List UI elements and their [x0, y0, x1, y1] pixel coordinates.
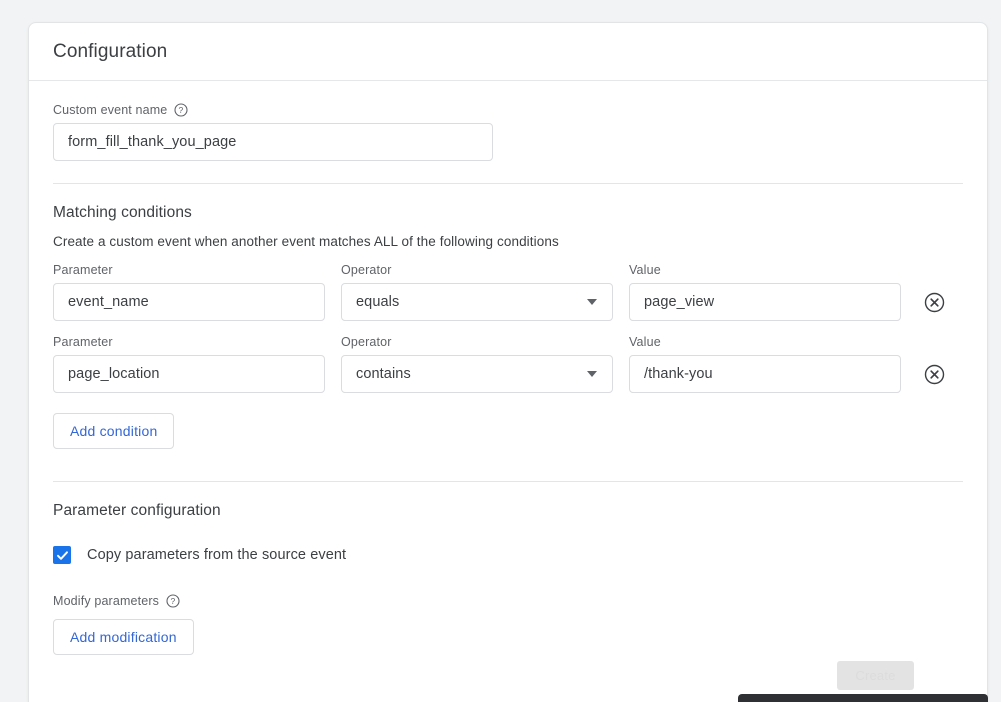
- app-root: Configuration Custom event name ? form_f…: [0, 0, 1001, 702]
- add-modification-button[interactable]: Add modification: [53, 619, 194, 655]
- add-modification-wrap: Add modification: [53, 619, 963, 655]
- condition-value-group: Value /thank-you: [629, 335, 901, 393]
- copy-parameters-row: Copy parameters from the source event: [53, 546, 963, 564]
- condition-value-group: Value page_view: [629, 263, 901, 321]
- checkmark-icon: [56, 549, 69, 562]
- condition-value-input[interactable]: /thank-you: [629, 355, 901, 393]
- condition-parameter-group: Parameter page_location: [53, 335, 325, 393]
- parameter-label: Parameter: [53, 263, 325, 277]
- condition-row: Parameter page_location Operator contain…: [53, 335, 963, 393]
- chevron-down-icon: [587, 299, 597, 305]
- value-label: Value: [629, 335, 901, 349]
- svg-text:?: ?: [171, 596, 176, 606]
- parameter-configuration-title: Parameter configuration: [53, 502, 963, 520]
- operator-label: Operator: [341, 263, 613, 277]
- help-circle-icon[interactable]: ?: [174, 103, 188, 117]
- value-label: Value: [629, 263, 901, 277]
- condition-operator-group: Operator contains: [341, 335, 613, 393]
- operator-label: Operator: [341, 335, 613, 349]
- card-body: Custom event name ? form_fill_thank_you_…: [29, 81, 987, 655]
- custom-event-name-block: Custom event name ? form_fill_thank_you_…: [53, 81, 963, 161]
- condition-value-input[interactable]: page_view: [629, 283, 901, 321]
- condition-parameter-input[interactable]: event_name: [53, 283, 325, 321]
- condition-parameter-group: Parameter event_name: [53, 263, 325, 321]
- remove-circle-x-icon[interactable]: [924, 292, 945, 313]
- help-circle-icon[interactable]: ?: [166, 594, 180, 608]
- chevron-down-icon: [587, 371, 597, 377]
- condition-parameter-value: page_location: [68, 366, 160, 382]
- matching-conditions-section: Matching conditions Create a custom even…: [53, 184, 963, 449]
- add-condition-wrap: Add condition: [53, 413, 963, 449]
- custom-event-name-input[interactable]: form_fill_thank_you_page: [53, 123, 493, 161]
- custom-event-name-value: form_fill_thank_you_page: [68, 134, 236, 150]
- condition-parameter-input[interactable]: page_location: [53, 355, 325, 393]
- condition-remove-cell: [917, 355, 951, 393]
- condition-operator-value: equals: [356, 294, 399, 310]
- condition-value-text: /thank-you: [644, 366, 713, 382]
- card-header: Configuration: [29, 23, 987, 81]
- parameter-configuration-section: Parameter configuration Copy parameters …: [53, 482, 963, 655]
- condition-operator-select[interactable]: equals: [341, 283, 613, 321]
- parameter-label: Parameter: [53, 335, 325, 349]
- condition-remove-cell: [917, 283, 951, 321]
- condition-operator-select[interactable]: contains: [341, 355, 613, 393]
- custom-event-name-label: Custom event name ?: [53, 103, 963, 117]
- copy-parameters-label: Copy parameters from the source event: [87, 547, 346, 563]
- matching-conditions-title: Matching conditions: [53, 204, 963, 222]
- matching-conditions-description: Create a custom event when another event…: [53, 234, 963, 249]
- svg-text:?: ?: [179, 105, 184, 115]
- condition-parameter-value: event_name: [68, 294, 149, 310]
- add-condition-button[interactable]: Add condition: [53, 413, 174, 449]
- page-title: Configuration: [53, 41, 167, 63]
- configuration-card: Configuration Custom event name ? form_f…: [28, 22, 988, 702]
- condition-operator-value: contains: [356, 366, 411, 382]
- condition-row: Parameter event_name Operator equals: [53, 263, 963, 321]
- condition-operator-group: Operator equals: [341, 263, 613, 321]
- copy-parameters-checkbox[interactable]: [53, 546, 71, 564]
- snackbar-edge: [738, 694, 988, 702]
- condition-value-text: page_view: [644, 294, 714, 310]
- remove-circle-x-icon[interactable]: [924, 364, 945, 385]
- modify-parameters-label: Modify parameters ?: [53, 594, 963, 608]
- custom-event-name-label-text: Custom event name: [53, 103, 167, 117]
- create-button[interactable]: Create: [837, 661, 914, 690]
- modify-parameters-label-text: Modify parameters: [53, 594, 159, 608]
